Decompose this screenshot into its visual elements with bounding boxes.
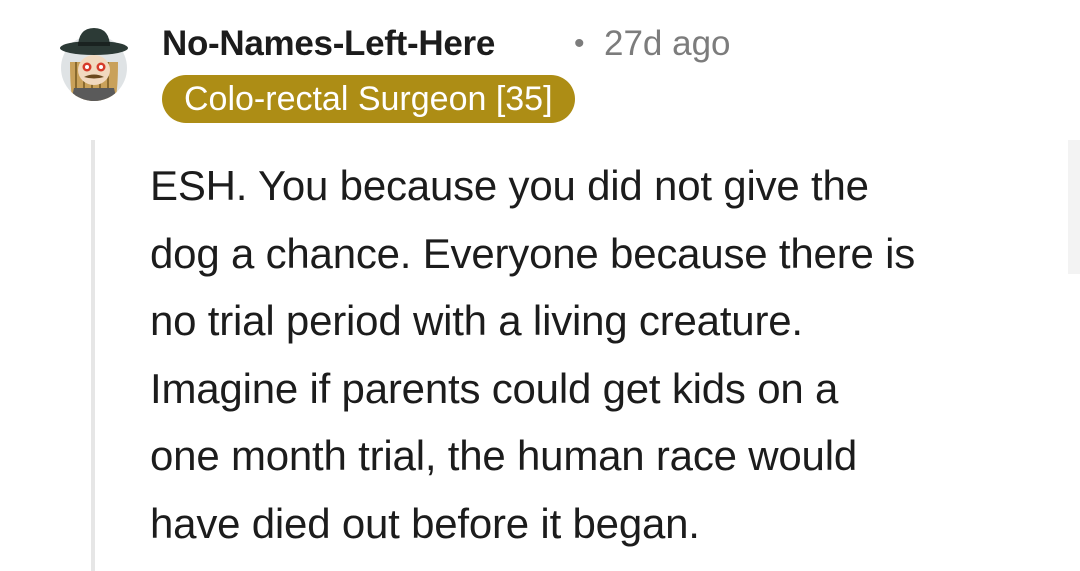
comment-body-line: Imagine if parents could get kids on a (150, 364, 839, 412)
user-avatar-icon[interactable] (56, 22, 132, 102)
thread-collapse-line[interactable] (91, 140, 95, 571)
comment-body-line: ESH. You because you did not give the (150, 162, 869, 209)
comment-body-line: dog a chance. Everyone because there is (150, 229, 916, 277)
comment-body-line: no trial period with a living creature. (150, 297, 803, 344)
comment-author[interactable]: No-Names-Left-Here (162, 22, 495, 66)
adjacent-panel-edge (1068, 140, 1080, 274)
comment-body-line: one month trial, the human race would (150, 432, 858, 479)
user-flair-badge: Colo-rectal Surgeon [35] (162, 75, 575, 123)
comment-body-line: have died out before it began. (150, 499, 700, 547)
comment-body: ESH. You because you did not give the do… (150, 152, 1030, 557)
meta-separator: • (574, 27, 585, 60)
comment-timestamp: 27d ago (604, 24, 731, 63)
